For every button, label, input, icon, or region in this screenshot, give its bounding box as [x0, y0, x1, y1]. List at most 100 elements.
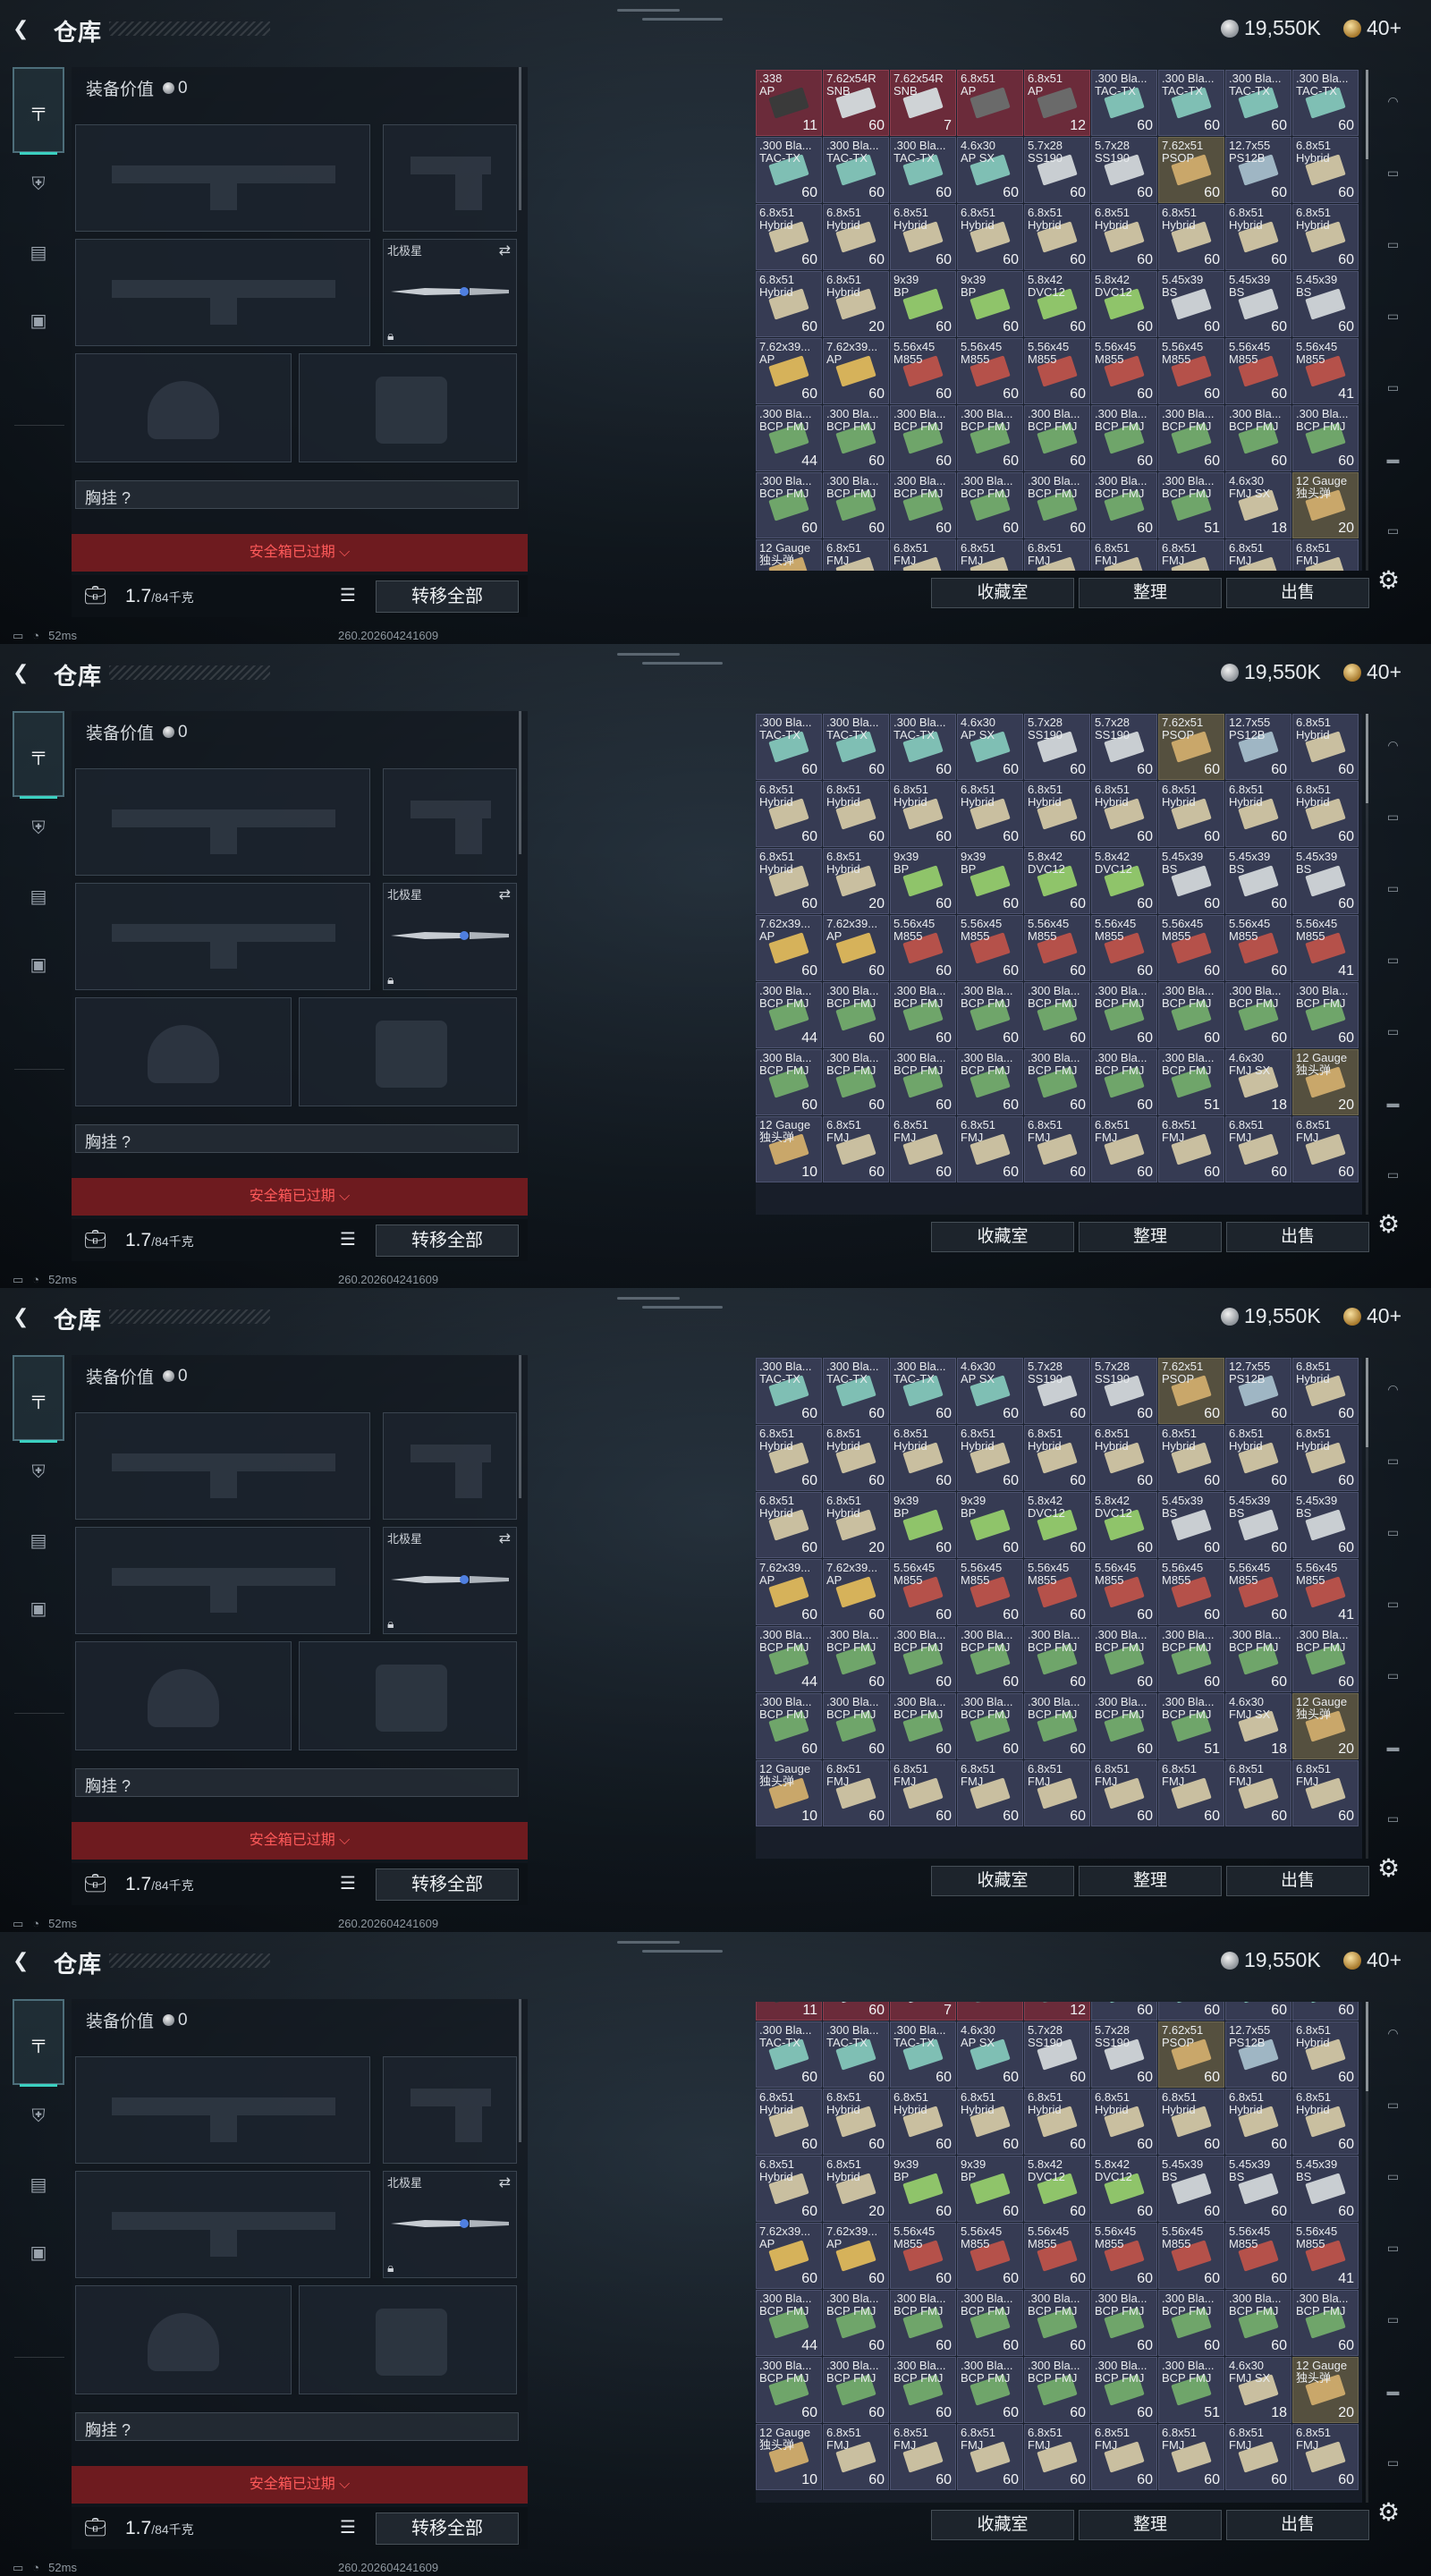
armor-tab[interactable]: ⛨ — [13, 2085, 64, 2148]
storage-item[interactable]: 6.8x51 Hybrid 60 — [1091, 1425, 1157, 1491]
storage-item[interactable]: 5.45x39 BS 60 — [1225, 1492, 1291, 1558]
sell-button[interactable]: 出售 — [1226, 2510, 1369, 2540]
storage-item[interactable]: .300 Bla... TAC-TX60 — [1292, 2002, 1359, 2021]
list-icon[interactable]: ☰ — [340, 584, 356, 606]
storage-item[interactable]: 6.8x51 FMJ60 — [1158, 539, 1224, 571]
storage-item[interactable]: .300 Bla... TAC-TX60 — [1091, 70, 1157, 136]
sort-button[interactable]: 整理 — [1079, 1222, 1222, 1252]
storage-item[interactable]: 6.8x51 Hybrid 60 — [890, 1425, 956, 1491]
list-icon[interactable]: ☰ — [340, 1872, 356, 1894]
storage-scrollbar-thumb[interactable] — [1366, 2002, 1368, 2091]
storage-item[interactable]: .300 Bla... TAC-TX60 — [890, 2021, 956, 2088]
storage-item[interactable]: 6.8x51 Hybrid 60 — [823, 204, 889, 270]
settings-gear-icon[interactable]: ⚙ — [1377, 2497, 1400, 2527]
storage-item[interactable]: 6.8x51 Hybrid 60 — [756, 2089, 822, 2155]
storage-item[interactable]: .300 Bla... BCP FMJ 60 — [957, 1626, 1023, 1692]
storage-item[interactable]: 7.62x39... AP 60 — [823, 1559, 889, 1625]
storage-item[interactable]: 9x39 BP 60 — [890, 2156, 956, 2222]
storage-item[interactable]: 6.8x51 FMJ60 — [1292, 1760, 1359, 1826]
storage-item[interactable]: 6.8x51 Hybrid 60 — [1292, 1358, 1359, 1424]
storage-item[interactable]: .300 Bla... BCP FMJ 60 — [1225, 2290, 1291, 2356]
storage-item[interactable]: .300 Bla... BCP FMJ 60 — [957, 1693, 1023, 1759]
pistol-slot[interactable] — [383, 768, 517, 876]
storage-item[interactable]: .300 Bla... BCP FMJ 60 — [1225, 405, 1291, 471]
storage-item[interactable]: 6.8x51 FMJ60 — [957, 2424, 1023, 2490]
storage-item[interactable]: .300 Bla... BCP FMJ 60 — [1091, 1049, 1157, 1115]
storage-item[interactable]: 5.56x45 M855 60 — [1225, 915, 1291, 981]
storage-item[interactable]: .300 Bla... BCP FMJ 60 — [823, 1049, 889, 1115]
storage-item[interactable]: .300 Bla... BCP FMJ 60 — [1158, 405, 1224, 471]
secondary-weapon-slot[interactable] — [75, 239, 370, 346]
primary-weapon-slot[interactable] — [75, 768, 370, 876]
pistol-slot[interactable] — [383, 124, 517, 232]
storage-item[interactable]: 5.45x39 BS 60 — [1292, 848, 1359, 914]
body-armor-slot[interactable] — [299, 997, 517, 1106]
storage-item[interactable]: .300 Bla... BCP FMJ 60 — [957, 2290, 1023, 2356]
storage-item[interactable]: 6.8x51 FMJ60 — [823, 539, 889, 571]
storage-item[interactable]: 6.8x51 FMJ60 — [1091, 539, 1157, 571]
storage-item[interactable]: .300 Bla... TAC-TX60 — [890, 1358, 956, 1424]
rig-tab[interactable]: ▤ — [13, 2153, 64, 2216]
collection-room-button[interactable]: 收藏室 — [931, 2510, 1074, 2540]
storage-item[interactable]: .300 Bla... BCP FMJ 60 — [823, 1626, 889, 1692]
storage-item[interactable]: .300 Bla... BCP FMJ 60 — [1024, 982, 1090, 1048]
storage-item[interactable]: 5.56x45 M855 60 — [1158, 2223, 1224, 2289]
storage-item[interactable]: 5.56x45 M855 60 — [957, 338, 1023, 404]
storage-item[interactable]: 12.7x55 PS12B 60 — [1225, 714, 1291, 780]
card-icon-v[interactable]: ▭ — [1373, 1516, 1413, 1548]
storage-item[interactable]: .300 Bla... TAC-TX60 — [756, 1358, 822, 1424]
storage-item[interactable]: .300 Bla... BCP FMJ 60 — [1024, 1626, 1090, 1692]
folder-icon[interactable]: ▬ — [1373, 443, 1413, 475]
storage-item[interactable]: .300 Bla... BCP FMJ 60 — [890, 2357, 956, 2423]
storage-item[interactable]: 6.8x51 Hybrid 60 — [890, 204, 956, 270]
storage-item[interactable]: 5.8x42 DVC12 60 — [1091, 2156, 1157, 2222]
storage-item[interactable]: .300 Bla... BCP FMJ 60 — [890, 405, 956, 471]
storage-item[interactable]: 7.62x54R SNB 7 — [890, 70, 956, 136]
back-arrow-icon[interactable]: ❮ — [13, 662, 36, 683]
storage-item[interactable]: .300 Bla... TAC-TX60 — [823, 2021, 889, 2088]
melee-slot[interactable]: 北极星 ⇄ 🔒︎ — [383, 239, 517, 346]
storage-item[interactable]: .300 Bla... TAC-TX60 — [890, 714, 956, 780]
card-icon-iv[interactable]: ▭ — [1373, 2232, 1413, 2264]
primary-weapon-slot[interactable] — [75, 124, 370, 232]
storage-item[interactable]: .300 Bla... BCP FMJ 60 — [756, 1693, 822, 1759]
storage-item[interactable]: .300 Bla... BCP FMJ 60 — [957, 982, 1023, 1048]
storage-item[interactable]: 12 Gauge 独头弹10 — [756, 539, 822, 571]
storage-item[interactable]: 6.8x51 Hybrid 20 — [823, 848, 889, 914]
storage-item[interactable]: 9x39 BP 60 — [957, 1492, 1023, 1558]
storage-item[interactable]: 6.8x51 Hybrid 60 — [957, 781, 1023, 847]
settings-gear-icon[interactable]: ⚙ — [1377, 565, 1400, 595]
backpack-tab[interactable]: ▣ — [13, 289, 64, 352]
storage-item[interactable]: .300 Bla... BCP FMJ 60 — [823, 2357, 889, 2423]
sort-button[interactable]: 整理 — [1079, 578, 1222, 608]
list-icon[interactable]: ☰ — [340, 2516, 356, 2538]
storage-item[interactable]: .300 Bla... BCP FMJ 60 — [1158, 1626, 1224, 1692]
storage-item[interactable]: .300 Bla... BCP FMJ 60 — [756, 2357, 822, 2423]
storage-item[interactable]: 12 Gauge 独头弹 20 — [1292, 1049, 1359, 1115]
card-icon-iii[interactable]: ▭ — [1373, 1659, 1413, 1691]
storage-item[interactable]: 5.56x45 M855 60 — [890, 1559, 956, 1625]
storage-item[interactable]: 6.8x51 Hybrid 60 — [756, 2156, 822, 2222]
storage-item[interactable]: .300 Bla... BCP FMJ 60 — [1091, 2290, 1157, 2356]
storage-item[interactable]: 6.8x51 AP12 — [1024, 2002, 1090, 2021]
storage-item[interactable]: 6.8x51 Hybrid 60 — [756, 1492, 822, 1558]
storage-item[interactable]: 4.6x30 FMJ SX 18 — [1225, 1693, 1291, 1759]
gear-scrollbar[interactable] — [519, 1355, 521, 1498]
storage-item[interactable]: .300 Bla... BCP FMJ 60 — [823, 405, 889, 471]
storage-item[interactable]: 6.8x51 Hybrid 60 — [756, 271, 822, 337]
storage-item[interactable]: 6.8x51 Hybrid 60 — [1158, 204, 1224, 270]
storage-item[interactable]: .300 Bla... BCP FMJ 60 — [890, 1626, 956, 1692]
storage-item[interactable]: 6.8x51 Hybrid 60 — [823, 2089, 889, 2155]
storage-item[interactable]: .300 Bla... TAC-TX60 — [1091, 2002, 1157, 2021]
storage-item[interactable]: 4.6x30 AP SX 60 — [957, 714, 1023, 780]
folder-icon[interactable]: ▬ — [1373, 1731, 1413, 1763]
storage-item[interactable]: .300 Bla... TAC-TX60 — [823, 137, 889, 203]
storage-item[interactable]: 6.8x51 FMJ60 — [823, 2424, 889, 2490]
storage-item[interactable]: .300 Bla... BCP FMJ 44 — [756, 405, 822, 471]
gunsight-icon[interactable]: ▭ — [1373, 2089, 1413, 2121]
card-icon-iii[interactable]: ▭ — [1373, 371, 1413, 403]
storage-item[interactable]: .300 Bla... BCP FMJ 60 — [1024, 1693, 1090, 1759]
storage-item[interactable]: 6.8x51 Hybrid 60 — [1292, 204, 1359, 270]
storage-item[interactable]: 6.8x51 FMJ60 — [1091, 1116, 1157, 1182]
storage-item[interactable]: .300 Bla... BCP FMJ 51 — [1158, 2357, 1224, 2423]
